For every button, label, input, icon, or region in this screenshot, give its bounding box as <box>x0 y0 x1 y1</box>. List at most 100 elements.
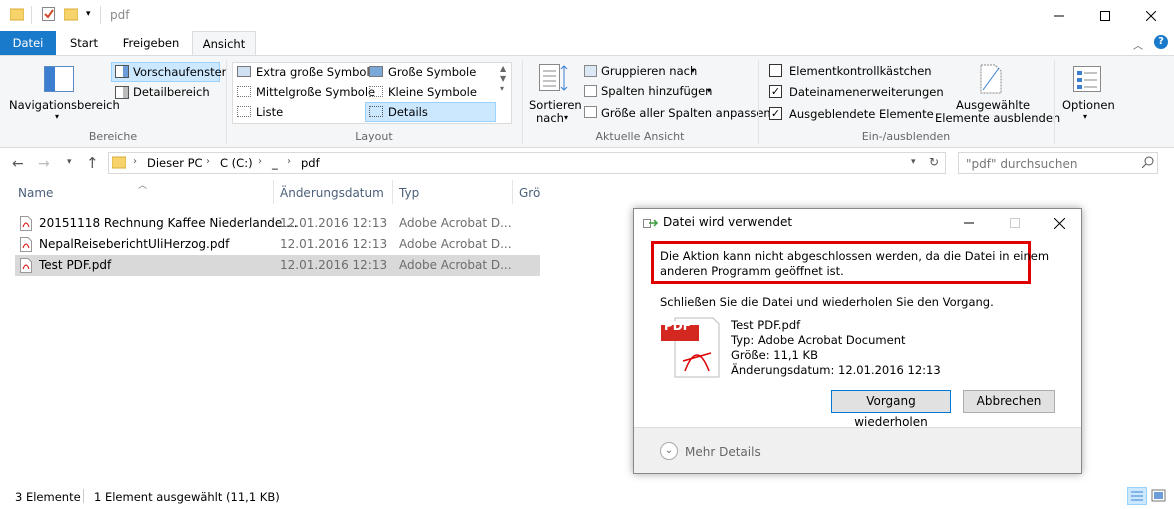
sort-by-button-line2[interactable]: nach <box>536 111 564 125</box>
quick-access-dropdown-icon[interactable]: ▾ <box>86 9 91 19</box>
divider <box>31 6 32 24</box>
folder-icon <box>10 7 24 21</box>
column-header-date[interactable]: Änderungsdatum <box>280 186 384 200</box>
error-message-line2: anderen Programm geöffnet ist. <box>660 264 844 278</box>
layout-list[interactable]: Liste <box>256 105 283 119</box>
status-item-count: 3 Elemente <box>15 490 81 504</box>
table-row-selected[interactable]: Test PDF.pdf 12.01.2016 12:13 Adobe Acro… <box>15 255 540 276</box>
group-label-aktuelle-ansicht: Aktuelle Ansicht <box>595 130 685 143</box>
group-by-icon <box>584 65 597 77</box>
divider <box>83 489 84 503</box>
up-arrow-icon[interactable]: ↑ <box>86 154 99 172</box>
chevron-down-icon[interactable]: ▾ <box>55 112 59 121</box>
options-icon <box>1073 66 1101 92</box>
refresh-icon[interactable]: ↻ <box>929 155 939 169</box>
collapse-ribbon-icon[interactable]: ︿ <box>1133 37 1143 52</box>
layout-extra-large-icons[interactable]: Extra große Symbole <box>256 65 377 79</box>
ribbon: Navigationsbereich ▾ Vorschaufenster Det… <box>0 55 1174 148</box>
layout-medium-icons[interactable]: Mittelgroße Symbole <box>256 85 375 99</box>
column-header-name[interactable]: Name <box>18 186 53 200</box>
file-in-use-dialog: Datei wird verwendet Die Aktion kann nic… <box>633 208 1082 474</box>
hide-selected-icon <box>979 64 1003 94</box>
extra-large-icons-icon <box>237 66 251 77</box>
cancel-button[interactable]: Abbrechen <box>963 390 1055 413</box>
minimize-button[interactable] <box>1036 0 1082 31</box>
recent-locations-icon[interactable]: ▾ <box>67 157 72 167</box>
file-extensions-checkbox[interactable]: ✓ <box>769 85 782 98</box>
more-details-link[interactable]: Mehr Details <box>685 445 761 459</box>
breadcrumb-drive-c[interactable]: C (C:) <box>220 156 253 170</box>
breadcrumb-underscore[interactable]: _ <box>272 156 278 170</box>
file-name: Test PDF.pdf <box>39 258 112 272</box>
table-row[interactable]: NepalReiseberichtUliHerzog.pdf 12.01.201… <box>15 234 540 255</box>
fit-columns-button[interactable]: Größe aller Spalten anpassen <box>601 106 771 120</box>
new-folder-icon[interactable] <box>64 7 78 21</box>
pdf-file-icon <box>20 258 32 273</box>
instruction-text: Schließen Sie die Datei und wiederholen … <box>660 295 994 309</box>
search-icon[interactable] <box>1142 156 1154 168</box>
layout-large-icons[interactable]: Große Symbole <box>388 65 476 79</box>
dialog-minimize-button[interactable] <box>946 209 992 237</box>
ribbon-tabs: Datei Start Freigeben Ansicht ︿ ? <box>0 31 1174 56</box>
breadcrumb-pdf[interactable]: pdf <box>301 156 320 170</box>
preview-pane-label: Vorschaufenster <box>133 65 227 79</box>
divider <box>512 180 513 204</box>
breadcrumb-separator-icon: › <box>287 156 291 167</box>
address-dropdown-icon[interactable]: ▾ <box>911 157 916 167</box>
dialog-title: Datei wird verwendet <box>663 215 793 229</box>
group-label-bereiche: Bereiche <box>88 130 138 143</box>
add-columns-button[interactable]: Spalten hinzufügen <box>601 84 712 98</box>
breadcrumb-dieser-pc[interactable]: Dieser PC <box>147 156 203 170</box>
maximize-button[interactable] <box>1082 0 1128 31</box>
tab-ansicht[interactable]: Ansicht <box>192 31 256 56</box>
navigation-pane-button[interactable]: Navigationsbereich <box>9 98 120 112</box>
help-icon[interactable]: ? <box>1154 35 1168 49</box>
options-button[interactable]: Optionen <box>1062 98 1115 112</box>
hide-selected-button-line2[interactable]: Elemente ausblenden <box>935 111 1060 125</box>
fit-columns-icon <box>584 106 597 118</box>
expand-details-icon[interactable]: ⌄ <box>660 442 678 460</box>
item-checkboxes-label: Elementkontrollkästchen <box>789 64 932 78</box>
layout-small-icons[interactable]: Kleine Symbole <box>388 85 477 99</box>
hide-selected-button[interactable]: Ausgewählte <box>956 98 1030 112</box>
sort-by-icon <box>539 64 569 94</box>
layout-details[interactable]: Details <box>388 105 428 119</box>
hidden-items-label: Ausgeblendete Elemente <box>789 107 934 121</box>
navigation-pane-icon[interactable] <box>44 66 74 92</box>
folder-icon <box>112 156 126 169</box>
breadcrumb-separator-icon: › <box>206 156 210 167</box>
details-view-button[interactable] <box>1127 487 1147 505</box>
search-input[interactable]: "pdf" durchsuchen <box>958 152 1158 174</box>
error-message-line1: Die Aktion kann nicht abgeschlossen werd… <box>660 249 1050 263</box>
details-pane-icon <box>115 86 129 99</box>
dialog-close-button[interactable] <box>1036 209 1082 237</box>
divider <box>100 6 101 24</box>
file-extensions-label: Dateinamenerweiterungen <box>789 85 944 99</box>
tab-freigeben[interactable]: Freigeben <box>112 31 190 55</box>
layout-details-selected[interactable] <box>365 102 496 122</box>
tab-start[interactable]: Start <box>56 31 112 55</box>
forward-arrow-icon[interactable]: → <box>38 156 50 172</box>
back-arrow-icon[interactable]: ← <box>12 156 24 172</box>
file-info-date: Änderungsdatum: 12.01.2016 12:13 <box>731 363 941 377</box>
close-button[interactable] <box>1128 0 1174 31</box>
gallery-scroll-icon[interactable]: ▲ ▼ ▾ <box>500 64 506 94</box>
group-by-button[interactable]: Gruppieren nach <box>601 64 697 78</box>
item-checkboxes-checkbox[interactable] <box>769 64 782 77</box>
hidden-items-checkbox[interactable]: ✓ <box>769 107 782 120</box>
details-pane-button[interactable]: Detailbereich <box>133 85 210 99</box>
list-icon <box>237 106 251 117</box>
pdf-file-icon <box>20 216 32 231</box>
large-icons-view-button[interactable] <box>1150 488 1168 504</box>
table-row[interactable]: 20151118 Rechnung Kaffee Niederlande....… <box>15 213 540 234</box>
retry-button[interactable]: Vorgang wiederholen <box>831 390 951 429</box>
properties-icon[interactable] <box>42 7 56 22</box>
tab-datei[interactable]: Datei <box>0 31 56 55</box>
breadcrumb-separator-icon: › <box>258 156 262 167</box>
file-type: Adobe Acrobat D... <box>399 258 512 272</box>
pdf-icon-label: PDF <box>664 319 691 333</box>
column-header-size[interactable]: Grö <box>519 186 540 200</box>
column-header-type[interactable]: Typ <box>399 186 419 200</box>
divider <box>1054 60 1055 144</box>
sort-by-button[interactable]: Sortieren <box>529 98 582 112</box>
